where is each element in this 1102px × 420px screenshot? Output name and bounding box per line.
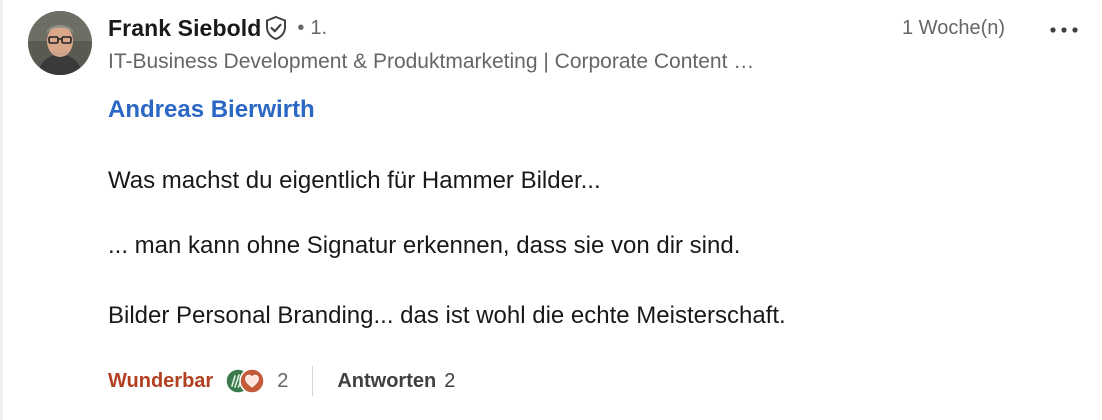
connection-degree-value: 1. [310, 16, 328, 39]
avatar-image [28, 11, 92, 75]
reply-button[interactable]: Antworten [337, 370, 436, 393]
reaction-button[interactable]: Wunderbar [108, 370, 213, 393]
author-headline: IT-Business Development & Produktmarketi… [108, 50, 755, 73]
comment-card: Frank Siebold • 1. IT-Business Developmen… [0, 0, 1102, 420]
more-options-button[interactable] [1044, 16, 1084, 44]
love-icon [239, 368, 265, 394]
comment-text-line: ... man kann ohne Signatur erkennen, das… [108, 232, 741, 259]
action-divider [312, 366, 314, 396]
comment-text-line: Was machst du eigentlich für Hammer Bild… [108, 167, 601, 194]
comment-text-line: Bilder Personal Branding... das ist wohl… [108, 302, 786, 329]
mention-link[interactable]: Andreas Bierwirth [108, 96, 315, 124]
shield-check-icon [263, 15, 289, 41]
avatar[interactable] [28, 11, 92, 75]
author-row: Frank Siebold • 1. [108, 12, 327, 44]
reaction-count[interactable]: 2 [277, 370, 288, 393]
ellipsis-icon [1050, 27, 1078, 33]
connection-degree: • 1. [297, 17, 327, 40]
connection-dot: • [297, 16, 305, 39]
timestamp: 1 Woche(n) [902, 17, 1006, 39]
author-name[interactable]: Frank Siebold [108, 15, 261, 42]
comment-actions: Wunderbar 2 Antworten 2 [108, 364, 455, 398]
thread-rule [0, 0, 3, 420]
reply-count[interactable]: 2 [444, 370, 455, 393]
reaction-summary[interactable] [225, 366, 277, 396]
